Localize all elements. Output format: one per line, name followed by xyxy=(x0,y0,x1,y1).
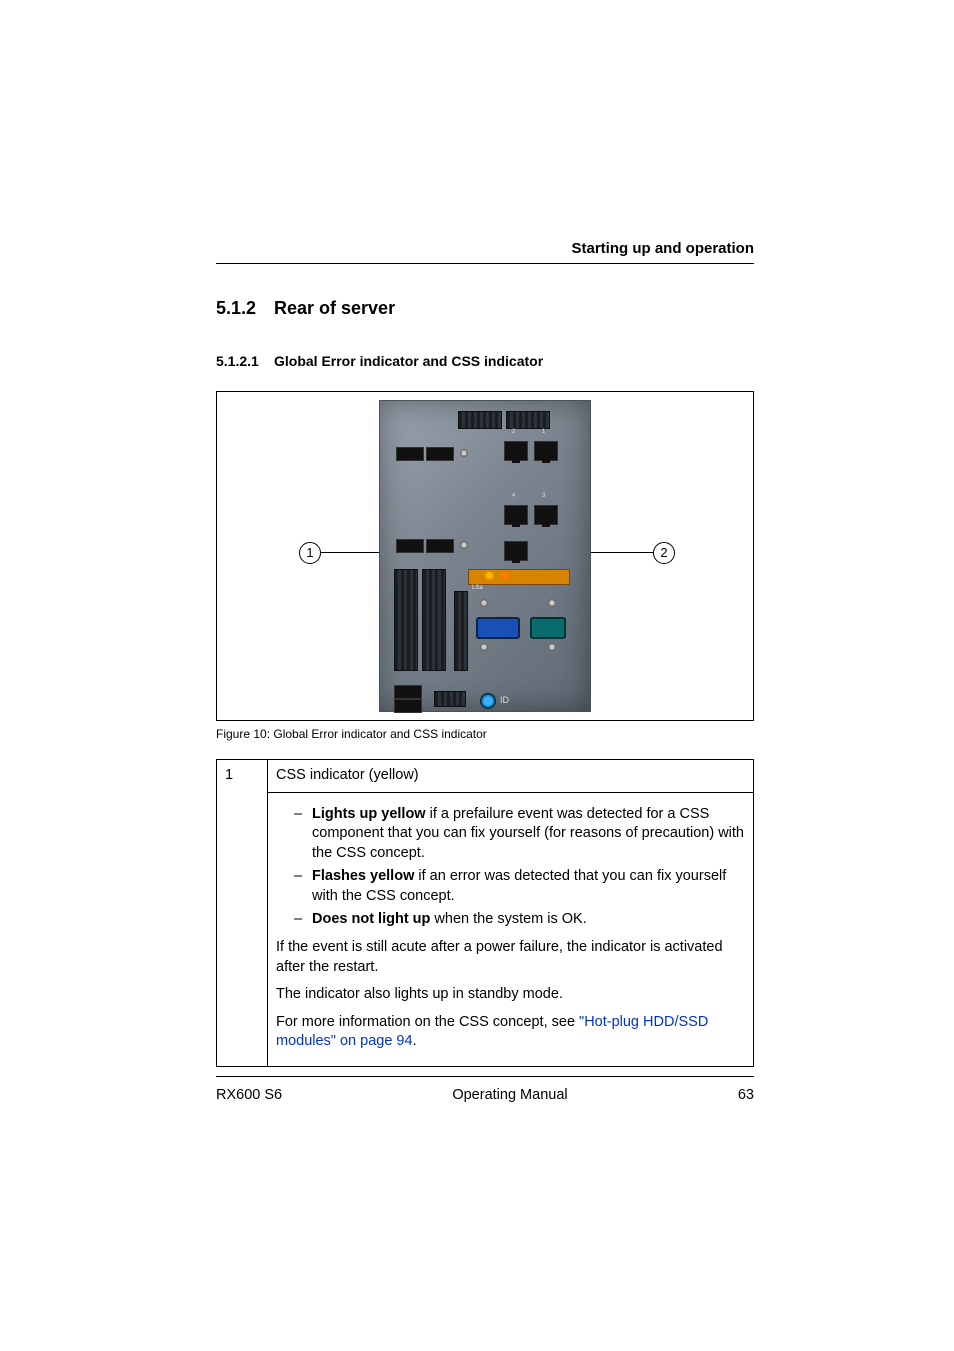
section-heading: 5.1.2 Rear of server xyxy=(216,298,754,319)
mgmt-port xyxy=(504,541,528,561)
indicator-title: CSS indicator (yellow) xyxy=(268,760,754,793)
server-rear-panel-photo: 2 1 4 3 LSa xyxy=(379,400,591,712)
list-item: Lights up yellow if a prefailure event w… xyxy=(294,805,745,864)
running-header: Starting up and operation xyxy=(216,240,754,264)
figure-frame: 1 2 2 1 4 3 xyxy=(216,391,754,721)
footer-left: RX600 S6 xyxy=(216,1087,282,1103)
paragraph: For more information on the CSS concept,… xyxy=(276,1013,745,1052)
indicator-table: 1 CSS indicator (yellow) Lights up yello… xyxy=(216,759,754,1067)
section-title: Rear of server xyxy=(274,298,395,319)
subsection-title: Global Error indicator and CSS indicator xyxy=(274,353,543,369)
footer-right: 63 xyxy=(738,1087,754,1103)
indicator-description: Lights up yellow if a prefailure event w… xyxy=(268,792,754,1066)
callout-2: 2 xyxy=(653,542,675,564)
eth-label-2: 2 xyxy=(512,429,515,435)
vga-port-icon xyxy=(476,617,520,639)
usb-port xyxy=(396,447,424,461)
subsection-number: 5.1.2.1 xyxy=(216,353,274,369)
usb-port xyxy=(394,685,422,699)
ethernet-port xyxy=(534,441,558,461)
usb-port xyxy=(426,447,454,461)
eth-label-4: 4 xyxy=(512,493,515,499)
list-item: Flashes yellow if an error was detected … xyxy=(294,867,745,906)
table-row-index: 1 xyxy=(217,760,268,1067)
footer-center: Operating Manual xyxy=(452,1087,567,1103)
section-number: 5.1.2 xyxy=(216,298,274,319)
ethernet-port xyxy=(504,505,528,525)
ethernet-port xyxy=(534,505,558,525)
subsection-heading: 5.1.2.1 Global Error indicator and CSS i… xyxy=(216,353,754,369)
paragraph: If the event is still acute after a powe… xyxy=(276,938,745,977)
eth-label-3: 3 xyxy=(542,493,545,499)
lsa-label: LSa xyxy=(472,585,483,591)
css-led-icon xyxy=(486,572,493,579)
callout-1: 1 xyxy=(299,542,321,564)
eth-label-1: 1 xyxy=(542,429,545,435)
id-label: ID xyxy=(500,695,509,705)
serial-port-icon xyxy=(530,617,566,639)
page-footer: RX600 S6 Operating Manual 63 xyxy=(216,1076,754,1103)
figure-caption: Figure 10: Global Error indicator and CS… xyxy=(216,727,754,741)
global-error-led-icon xyxy=(502,572,509,579)
ethernet-port xyxy=(504,441,528,461)
paragraph: The indicator also lights up in standby … xyxy=(276,985,745,1005)
led-strip xyxy=(468,569,570,585)
list-item: Does not light up when the system is OK. xyxy=(294,910,745,930)
usb-port xyxy=(394,699,422,713)
usb-port xyxy=(396,539,424,553)
id-button-icon xyxy=(480,693,496,709)
usb-port xyxy=(426,539,454,553)
